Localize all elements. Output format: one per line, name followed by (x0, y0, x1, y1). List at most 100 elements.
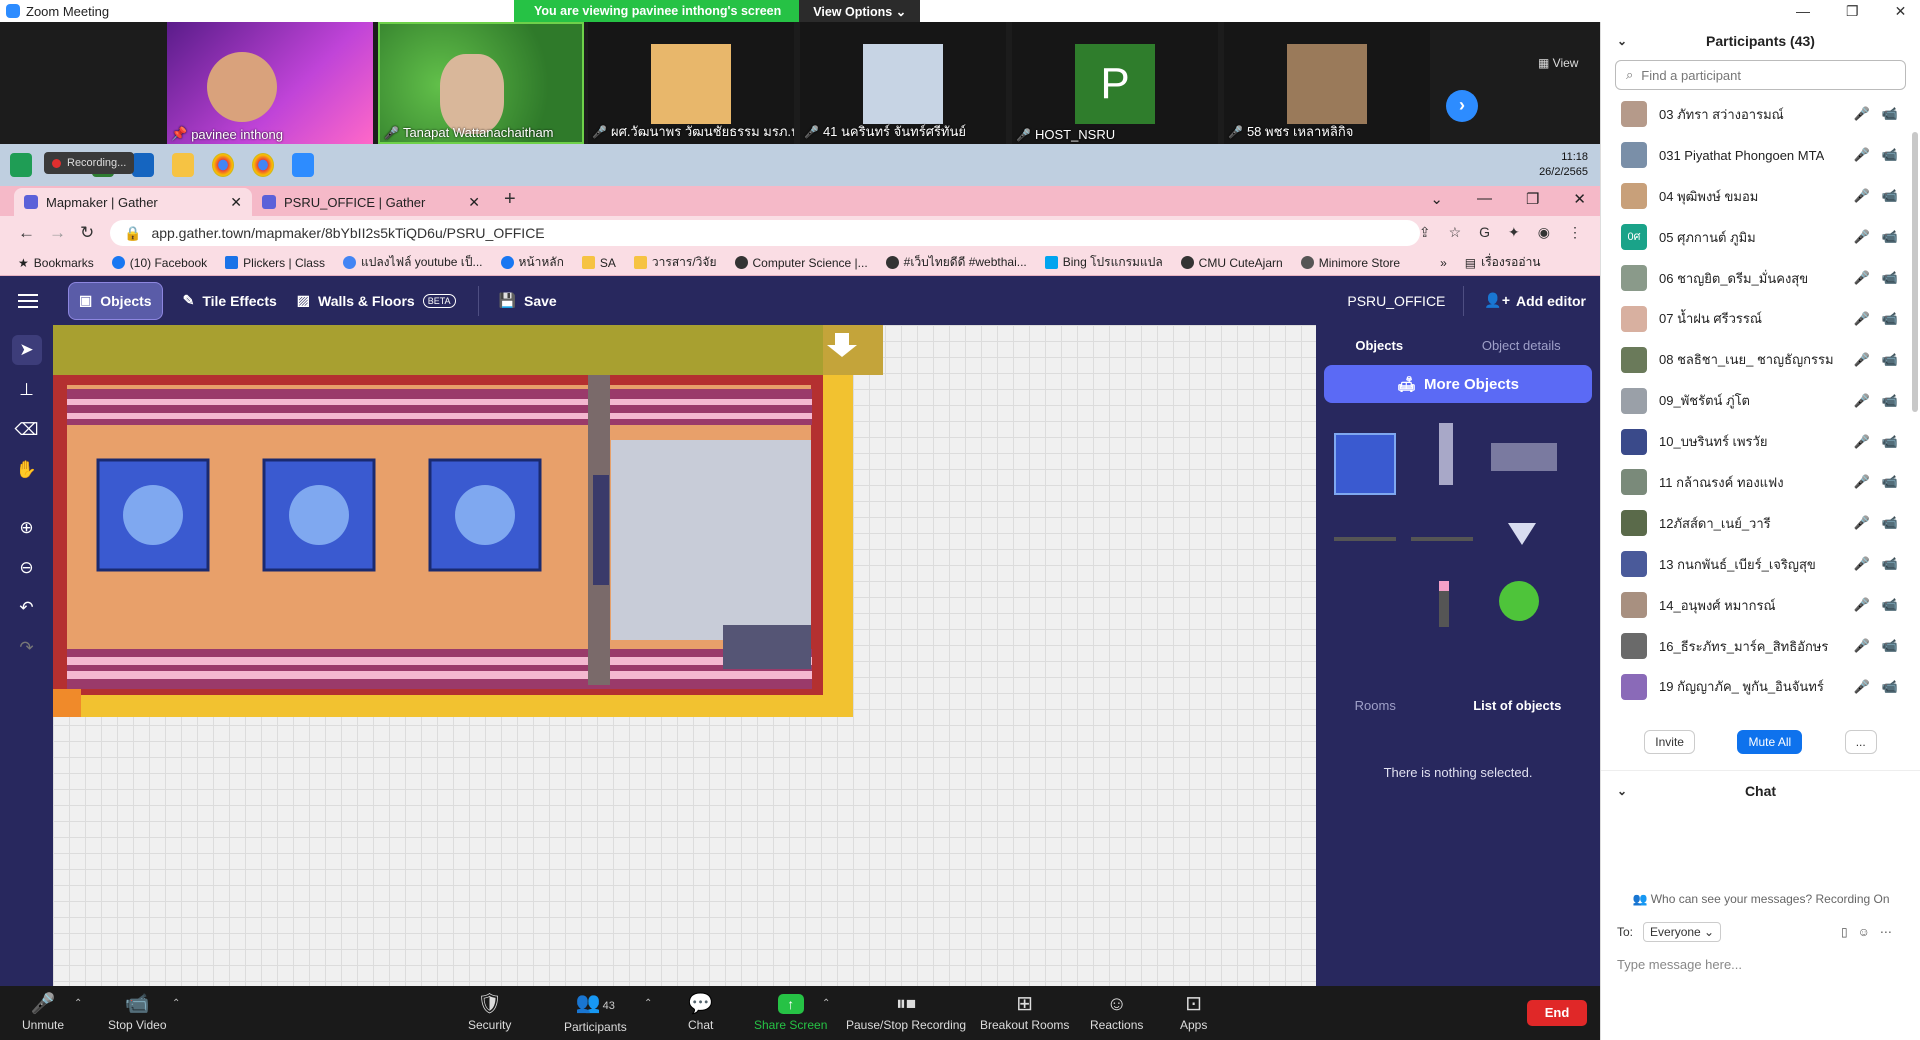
more-options-button[interactable]: ... (1844, 730, 1877, 754)
mute-all-button[interactable]: Mute All (1737, 730, 1803, 754)
other-bookmarks[interactable]: ▤ เรื่องรออ่าน (1465, 253, 1541, 272)
video-tile[interactable]: P 🎤 HOST_NSRU (1012, 22, 1218, 144)
breakout-rooms-button[interactable]: ⊞ Breakout Rooms (980, 986, 1069, 1040)
participant-row[interactable]: 06 ชาญยิต_ดรีม_มั่นคงสุข 🎤 📹 (1601, 258, 1920, 299)
bookmark-star-icon[interactable]: ☆ (1449, 224, 1462, 241)
bookmark-item[interactable]: (10) Facebook (111, 256, 207, 270)
chat-message-input[interactable]: Type message here... (1617, 957, 1742, 972)
bookmark-item[interactable]: หน้าหลัก (500, 253, 564, 272)
participants-options-caret[interactable]: ⌃ (644, 998, 652, 1009)
recipient-select[interactable]: Everyone ⌄ (1643, 922, 1722, 942)
participant-row[interactable]: 03 ภัทรา สว่างอารมณ์ 🎤 📹 (1601, 94, 1920, 135)
file-icon[interactable]: ▯ (1841, 925, 1858, 939)
eraser-tool-icon[interactable]: ⌫ (12, 415, 42, 445)
profile-icon[interactable]: ◉ (1538, 224, 1550, 241)
door-object-thumb[interactable] (1439, 423, 1453, 485)
view-options-button[interactable]: View Options ⌄ (799, 0, 921, 22)
hand-tool-icon[interactable]: ✋ (12, 455, 42, 485)
stop-video-button[interactable]: 📹 Stop Video (108, 986, 167, 1040)
tab-objects[interactable]: Objects (1355, 338, 1403, 353)
participant-row[interactable]: 07 น้ำฝน ศรีวรรณ์ 🎤 📹 (1601, 298, 1920, 339)
bookmark-item[interactable]: CMU CuteAjarn (1180, 256, 1283, 270)
participants-button[interactable]: 👥 43 Participants (564, 986, 627, 1040)
view-button[interactable]: ▦ View (1538, 56, 1578, 70)
zoom-out-icon[interactable]: ⊖ (12, 553, 42, 583)
participant-row[interactable]: 0ศ 05 ศุภกานต์ ภูมิม 🎤 📹 (1601, 217, 1920, 258)
close-tab-icon[interactable]: ✕ (230, 194, 242, 211)
end-meeting-button[interactable]: End (1527, 1000, 1587, 1026)
browser-tab-psru[interactable]: PSRU_OFFICE | Gather ✕ (252, 188, 490, 216)
next-page-button[interactable]: › (1446, 90, 1478, 122)
tab-object-details[interactable]: Object details (1482, 338, 1561, 353)
zoom-in-icon[interactable]: ⊕ (12, 513, 42, 543)
chat-button[interactable]: 💬 Chat (688, 986, 713, 1040)
participant-row[interactable]: 12ภัสส์ดา_เนย์_วารี 🎤 📹 (1601, 503, 1920, 544)
rail-object-thumb[interactable] (1411, 537, 1473, 541)
tile-effects-button[interactable]: ✎ Tile Effects (183, 292, 277, 309)
new-tab-button[interactable]: + (504, 188, 516, 216)
video-tile[interactable]: 🎤 58 พชร เหลาหลิกิจ (1224, 22, 1430, 144)
video-tile[interactable]: 📌 pavinee inthong (167, 22, 373, 144)
emoji-icon[interactable]: ☺ (1858, 925, 1880, 939)
bookmark-item[interactable]: SA (581, 256, 616, 270)
participant-row[interactable]: 08 ชลธิชา_เนย_ ชาญธัญกรรม 🎤 📹 (1601, 339, 1920, 380)
bookmark-item[interactable]: Computer Science |... (734, 256, 868, 270)
browser-minimize-icon[interactable]: — (1477, 190, 1492, 208)
bookmarks-more-button[interactable]: » (1440, 256, 1447, 270)
recording-indicator[interactable]: Recording... (44, 152, 135, 174)
tab-list-of-objects[interactable]: List of objects (1473, 698, 1561, 713)
stamp-tool-icon[interactable]: ⊥ (12, 375, 42, 405)
video-tile[interactable]: 🎤 41 นครินทร์ จันทร์ศรีทันย์ (800, 22, 1006, 144)
participant-row[interactable]: 19 กัญญาภัค_ พูกัน_อินจันทร์ 🎤 📹 (1601, 666, 1920, 707)
add-editor-button[interactable]: 👤+ Add editor (1464, 292, 1600, 309)
arrow-object-thumb[interactable] (1508, 523, 1536, 545)
reactions-button[interactable]: ☺ Reactions (1090, 986, 1143, 1040)
close-button[interactable]: ✕ (1895, 3, 1907, 20)
participant-scrollbar[interactable] (1912, 132, 1918, 412)
invite-button[interactable]: Invite (1644, 730, 1695, 754)
redo-icon[interactable]: ↷ (12, 633, 42, 663)
share-options-caret[interactable]: ⌃ (822, 998, 830, 1009)
back-icon[interactable]: ← (18, 223, 35, 243)
undo-icon[interactable]: ↶ (12, 593, 42, 623)
collapse-chevron-icon[interactable]: ⌄ (1617, 784, 1627, 798)
participant-row[interactable]: 14_อนุพงศ์ หมากรณ์ 🎤 📹 (1601, 585, 1920, 626)
video-tile[interactable]: 🎤 ผศ.วัฒนาพร วัฒนชัยธรรม มรภ.น... (588, 22, 794, 144)
security-button[interactable]: 🛡 Security (468, 986, 511, 1040)
bookmark-item[interactable]: วารสาร/วิจัย (633, 253, 717, 272)
desk-object-thumb[interactable] (1491, 443, 1557, 471)
more-objects-button[interactable]: 🛋 More Objects (1324, 365, 1592, 403)
map-canvas[interactable] (53, 325, 1316, 986)
save-button[interactable]: 💾 Save (499, 292, 557, 309)
participant-row[interactable]: 09_พัชรัตน์ ภู่โต 🎤 📹 (1601, 380, 1920, 421)
video-tile-active-speaker[interactable]: 🎤 Tanapat Wattanachaitham (378, 22, 584, 144)
plant-object-thumb[interactable] (1499, 581, 1539, 621)
forward-icon[interactable]: → (49, 223, 66, 243)
close-tab-icon[interactable]: ✕ (468, 194, 480, 211)
kebab-menu-icon[interactable]: ⋮ (1568, 224, 1582, 241)
rail-object-thumb[interactable] (1334, 537, 1396, 541)
restore-button[interactable]: ❐ (1846, 3, 1859, 20)
select-tool-icon[interactable]: ➤ (11, 335, 42, 365)
participant-row[interactable]: 031 Piyathat Phongoen MTA 🎤 📹 (1601, 135, 1920, 176)
participant-row[interactable]: 11 กล้าณรงค์ ทองแฟง 🎤 📹 (1601, 462, 1920, 503)
url-field[interactable]: 🔒 app.gather.town/mapmaker/8bYbII2s5kTiQD… (110, 220, 1420, 246)
extensions-icon[interactable]: ✦ (1508, 224, 1520, 241)
participant-row[interactable]: 10_บษรินทร์ เพรวัย 🎤 📹 (1601, 421, 1920, 462)
participant-row[interactable]: 16_ธีระภัทร_มาร์ค_สิทธิอักษร 🎤 📹 (1601, 626, 1920, 667)
walls-floors-button[interactable]: ▨ Walls & Floors BETA (297, 292, 456, 309)
bookmark-item[interactable]: #เว็บไทยดีดี #webthai... (885, 253, 1027, 272)
browser-close-icon[interactable]: ✕ (1573, 190, 1586, 208)
more-icon[interactable]: ⋯ (1880, 925, 1902, 939)
browser-restore-icon[interactable]: ❐ (1526, 190, 1539, 208)
participant-row[interactable]: 20 ณัฐพล ตั้งเขยวิไล🎤📹 (1601, 707, 1920, 714)
chat-visibility-notice[interactable]: 👥 Who can see your messages? Recording O… (1601, 892, 1920, 906)
audio-options-caret[interactable]: ⌃ (74, 998, 82, 1009)
bookmark-item[interactable]: ★ Bookmarks (18, 256, 94, 270)
lamp-object-thumb[interactable] (1439, 581, 1449, 627)
unmute-button[interactable]: 🎤 Unmute (22, 986, 64, 1040)
reload-icon[interactable]: ↻ (80, 223, 94, 243)
tab-search-icon[interactable]: ⌄ (1430, 190, 1443, 208)
hamburger-menu-icon[interactable] (18, 293, 38, 308)
apps-button[interactable]: ⊡ Apps (1180, 986, 1207, 1040)
